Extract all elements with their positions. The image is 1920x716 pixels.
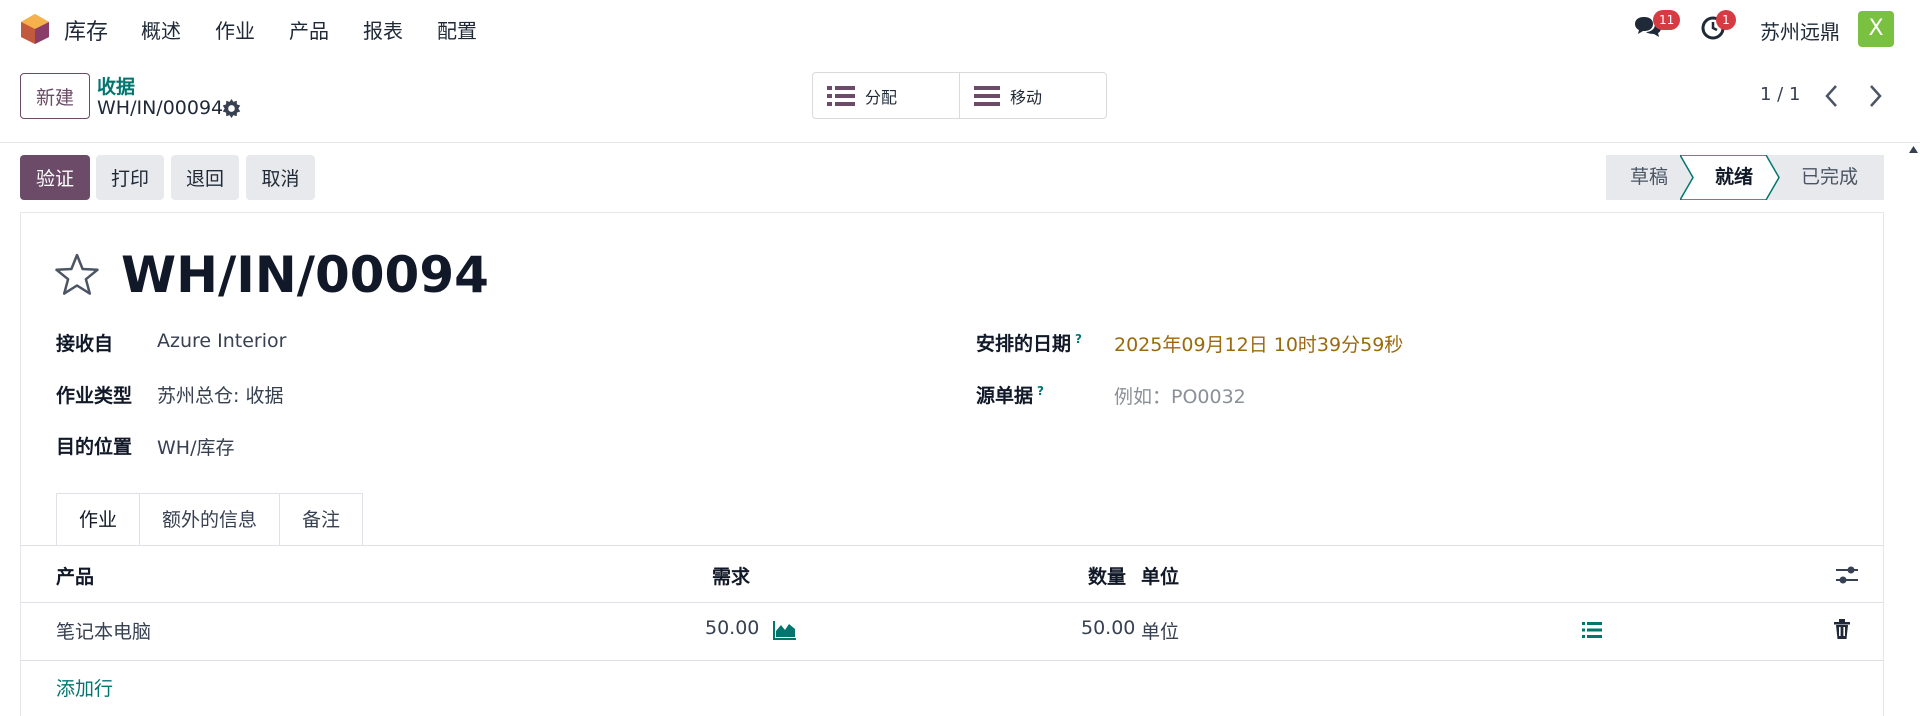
- gear-icon[interactable]: [222, 99, 241, 118]
- top-navbar: 库存 概述 作业 产品 报表 配置: [0, 0, 1920, 56]
- source-document-input[interactable]: 例如：PO0032: [1114, 382, 1246, 409]
- list-icon: [827, 85, 855, 106]
- tab-operations[interactable]: 作业: [56, 493, 141, 546]
- allocation-button[interactable]: 分配: [813, 73, 959, 118]
- product-cell[interactable]: 笔记本电脑: [56, 617, 151, 644]
- partner-field[interactable]: Azure Interior: [157, 330, 286, 352]
- moves-label: 移动: [1010, 87, 1043, 107]
- breadcrumb-current: WH/IN/00094: [97, 97, 224, 119]
- cancel-button[interactable]: 取消: [246, 155, 315, 200]
- forecast-chart-icon[interactable]: [773, 620, 797, 640]
- stage-ready[interactable]: 就绪: [1715, 155, 1753, 200]
- source-document-label: 源单据?: [976, 383, 1044, 407]
- column-uom[interactable]: 单位: [1141, 562, 1179, 589]
- column-quantity[interactable]: 数量: [1088, 562, 1126, 589]
- chat-badge: 11: [1653, 10, 1681, 30]
- tabs-divider: [20, 545, 1884, 546]
- add-line-link[interactable]: 添加行: [56, 674, 113, 701]
- star-icon[interactable]: [54, 252, 100, 298]
- print-button[interactable]: 打印: [96, 155, 164, 200]
- control-panel-divider: [0, 142, 1920, 143]
- allocation-label: 分配: [865, 87, 898, 107]
- main-menu: 概述 作业 产品 报表 配置: [141, 15, 511, 44]
- help-icon[interactable]: ?: [1075, 332, 1082, 346]
- menu-overview[interactable]: 概述: [141, 15, 181, 44]
- new-button[interactable]: 新建: [20, 73, 90, 119]
- menu-reporting[interactable]: 报表: [363, 15, 403, 44]
- menu-operations[interactable]: 作业: [215, 15, 255, 44]
- column-demand[interactable]: 需求: [712, 562, 750, 589]
- activity-badge: 1: [1716, 10, 1736, 30]
- partner-label: 接收自: [56, 333, 114, 355]
- inventory-app-icon[interactable]: [20, 13, 50, 45]
- stage-done[interactable]: 已完成: [1801, 155, 1858, 200]
- smart-buttons: 分配 移动: [812, 72, 1107, 119]
- pager-value[interactable]: 1 / 1: [1760, 84, 1800, 105]
- menu-configuration[interactable]: 配置: [437, 15, 477, 44]
- destination-label: 目的位置: [56, 436, 133, 458]
- row-divider: [20, 660, 1884, 661]
- demand-cell[interactable]: 50.00: [705, 617, 759, 639]
- scheduled-date-label: 安排的日期?: [976, 331, 1082, 355]
- tab-notes[interactable]: 备注: [279, 493, 364, 546]
- column-product[interactable]: 产品: [56, 562, 94, 589]
- app-name[interactable]: 库存: [64, 14, 108, 46]
- destination-field[interactable]: WH/库存: [157, 433, 234, 460]
- details-list-icon[interactable]: [1582, 621, 1602, 639]
- trash-icon[interactable]: [1834, 619, 1850, 639]
- stage-draft[interactable]: 草稿: [1630, 155, 1668, 200]
- bars-icon: [974, 85, 1000, 106]
- operation-type-field[interactable]: 苏州总仓: 收据: [157, 381, 283, 408]
- moves-button[interactable]: 移动: [959, 73, 1106, 118]
- operation-type-label: 作业类型: [56, 385, 133, 407]
- scheduled-date-field[interactable]: 2025年09月12日 10时39分59秒: [1114, 330, 1403, 357]
- menu-products[interactable]: 产品: [289, 15, 329, 44]
- help-icon[interactable]: ?: [1037, 384, 1044, 398]
- tab-extra-info[interactable]: 额外的信息: [139, 493, 281, 546]
- scrollbar[interactable]: [1907, 143, 1920, 716]
- chevron-left-icon[interactable]: [1822, 84, 1842, 108]
- user-avatar[interactable]: X: [1858, 11, 1894, 47]
- validate-button[interactable]: 验证: [20, 155, 90, 200]
- chevron-right-icon[interactable]: [1865, 84, 1885, 108]
- return-button[interactable]: 退回: [171, 155, 239, 200]
- breadcrumb-receipts[interactable]: 收据: [97, 72, 135, 99]
- stage-bar: 草稿 就绪 已完成: [1606, 155, 1884, 200]
- company-switcher[interactable]: 苏州远鼎: [1760, 16, 1840, 45]
- uom-cell[interactable]: 单位: [1141, 617, 1179, 644]
- header-divider: [20, 602, 1884, 603]
- record-title: WH/IN/00094: [121, 246, 489, 304]
- column-settings-icon[interactable]: [1836, 565, 1858, 585]
- quantity-cell[interactable]: 50.00: [1081, 617, 1135, 639]
- notebook-tabs: 作业 额外的信息 备注: [56, 493, 364, 546]
